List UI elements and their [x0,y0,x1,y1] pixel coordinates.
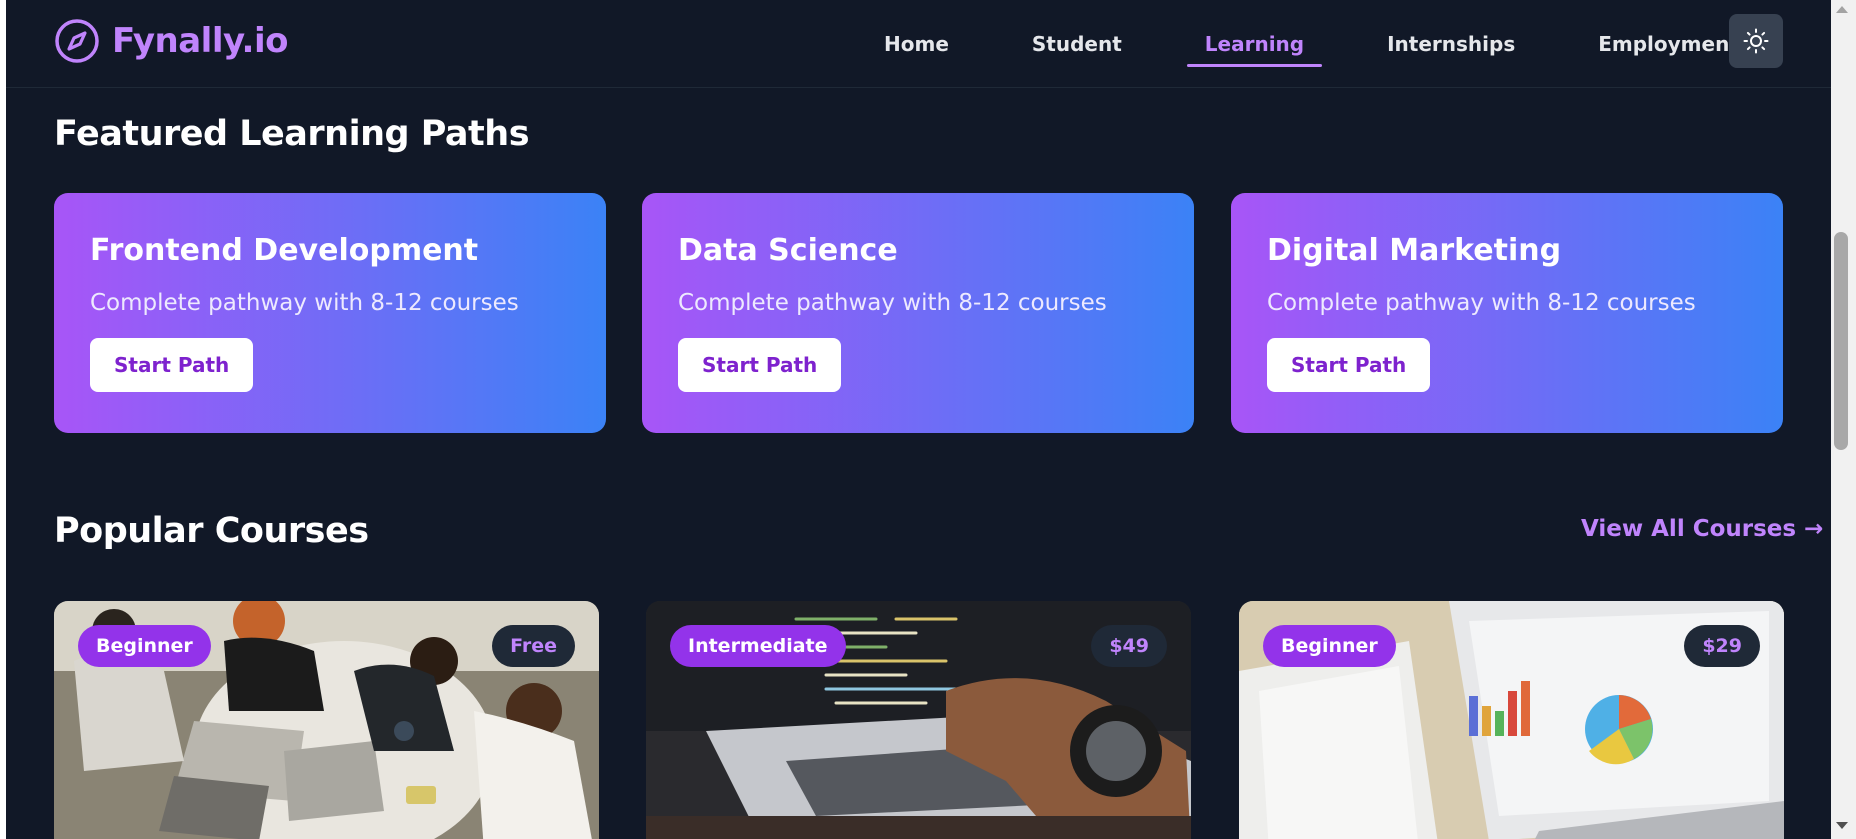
start-path-button[interactable]: Start Path [678,338,842,392]
path-card-digital-marketing: Digital Marketing Complete pathway with … [1231,193,1783,433]
course-card[interactable]: Beginner Free [54,601,599,839]
view-all-courses-link[interactable]: View All Courses → [1581,516,1823,542]
featured-section-title: Featured Learning Paths [54,114,530,154]
top-navbar: Fynally.io Home Student Learning Interns… [6,0,1831,88]
path-description: Complete pathway with 8-12 courses [90,290,519,316]
nav-home[interactable]: Home [866,0,967,88]
path-title: Digital Marketing [1267,233,1562,268]
course-card[interactable]: Beginner $29 [1239,601,1784,839]
theme-toggle-button[interactable] [1729,14,1783,68]
path-description: Complete pathway with 8-12 courses [1267,290,1696,316]
nav-learning[interactable]: Learning [1186,0,1323,88]
level-badge: Intermediate [670,625,846,667]
price-badge: $29 [1684,625,1760,667]
path-description: Complete pathway with 8-12 courses [678,290,1107,316]
scroll-up-icon[interactable] [1836,6,1848,13]
compass-icon [55,19,99,63]
brand-name: Fynally.io [112,21,288,61]
brand-logo[interactable]: Fynally.io [54,18,288,64]
scrollbar-thumb[interactable] [1834,232,1848,450]
app-viewport: Fynally.io Home Student Learning Interns… [6,0,1831,839]
course-card[interactable]: Intermediate $49 [646,601,1191,839]
path-title: Frontend Development [90,233,479,268]
price-badge: Free [492,625,575,667]
path-card-data-science: Data Science Complete pathway with 8-12 … [642,193,1194,433]
nav-student[interactable]: Student [1014,0,1140,88]
path-card-frontend: Frontend Development Complete pathway wi… [54,193,606,433]
level-badge: Beginner [78,625,211,667]
nav-internships[interactable]: Internships [1369,0,1533,88]
start-path-button[interactable]: Start Path [90,338,254,392]
scroll-down-icon[interactable] [1836,822,1848,829]
main-nav: Home Student Learning Internships Employ… [866,0,1804,88]
sun-icon [1743,28,1769,54]
level-badge: Beginner [1263,625,1396,667]
popular-section-title: Popular Courses [54,511,369,551]
price-badge: $49 [1091,625,1167,667]
path-title: Data Science [678,233,898,268]
start-path-button[interactable]: Start Path [1267,338,1431,392]
